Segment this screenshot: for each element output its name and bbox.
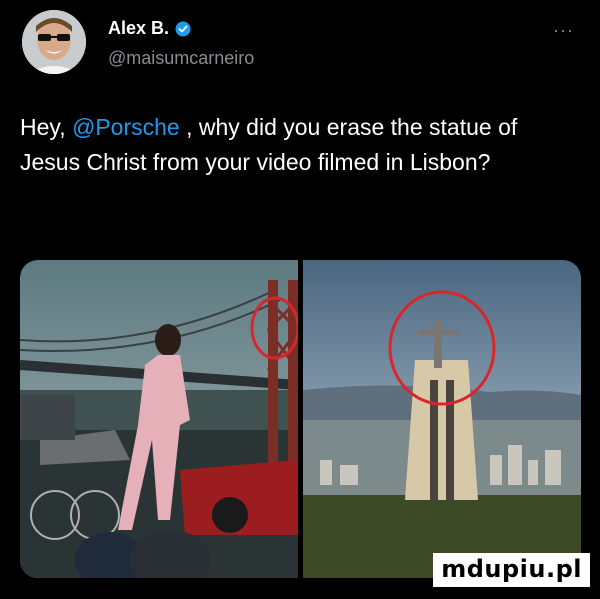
mention-link[interactable]: @Porsche [72,114,180,140]
tweet-header: Alex B. @maisumcarneiro ··· [22,10,582,80]
author-name-row[interactable]: Alex B. [108,18,191,39]
left-image [20,260,300,578]
author-handle[interactable]: @maisumcarneiro [108,48,254,69]
tweet-text: Hey, @Porsche , why did you erase the st… [20,110,580,180]
watermark: mdupiu.pl [433,553,590,587]
author-name[interactable]: Alex B. [108,18,169,39]
right-image [303,260,581,578]
tweet-text-prefix: Hey, [20,114,72,140]
avatar[interactable] [22,10,86,74]
verified-badge-icon [175,21,191,36]
tweet-media[interactable] [20,260,581,578]
more-options-icon[interactable]: ··· [553,20,574,41]
